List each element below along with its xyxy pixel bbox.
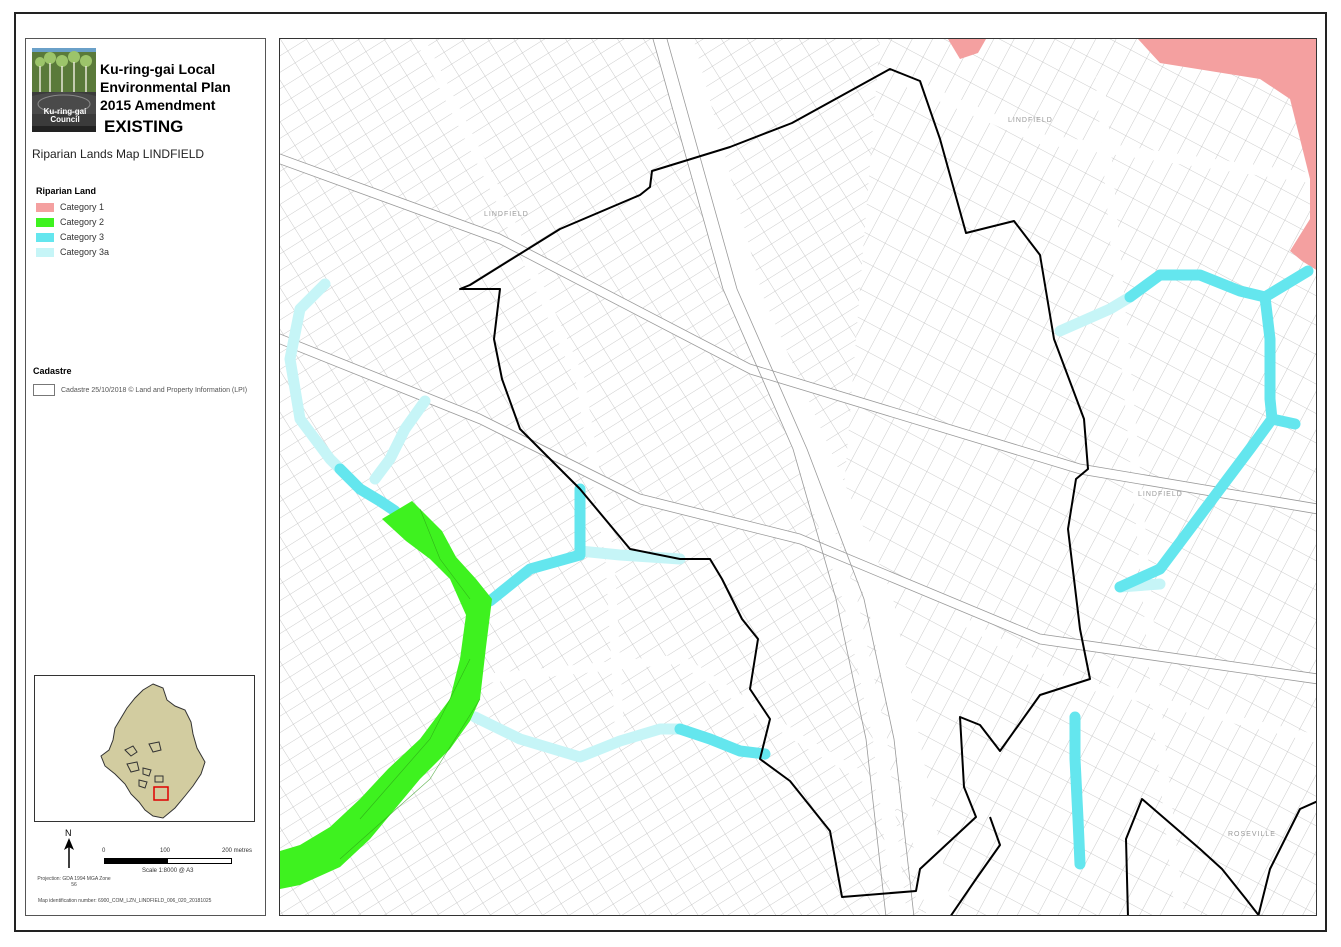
council-logo: Ku-ring-gai Council [32, 48, 96, 132]
legend-label-category-1: Category 1 [60, 202, 105, 212]
street-label-lindfield-east: LINDFIELD [1138, 491, 1183, 498]
legend-item-category-1: Category 1 [36, 201, 104, 213]
scale-tick-100: 100 [160, 848, 171, 854]
title-line-2: Environmental Plan [100, 79, 231, 95]
legend-label-category-3a: Category 3a [60, 247, 110, 257]
map-title: Ku-ring-gai Local Environmental Plan 201… [100, 60, 231, 114]
legend-swatch-cadastre [33, 384, 55, 396]
scale-bar-graphic [104, 858, 232, 864]
status-label: EXISTING [104, 117, 184, 136]
legend-label-category-3: Category 3 [60, 232, 105, 242]
map-identification-number: Map identification number: 6900_COM_LZN_… [38, 898, 212, 904]
scale-tick-200: 200 metres [222, 848, 253, 854]
legend-section-title: Riparian Land [36, 186, 97, 196]
scale-bar: 0 100 200 metres Scale 1:8000 @ A3 [100, 848, 260, 888]
street-label-lindfield-west: LINDFIELD [484, 211, 529, 218]
street-label-lindfield-north: LINDFIELD [1008, 117, 1053, 124]
legend-item-category-3a: Category 3a [36, 246, 109, 258]
legend-swatch-category-3 [36, 232, 54, 242]
north-arrow: N [58, 828, 80, 868]
logo-text: Ku-ring-gai Council [43, 107, 87, 124]
north-label: N [65, 828, 72, 838]
title-line-3: 2015 Amendment [100, 97, 216, 113]
legend-item-cadastre: Cadastre 25/10/2018 © Land and Property … [33, 384, 247, 396]
legend-item-category-2: Category 2 [36, 216, 104, 228]
legend-swatch-category-1 [36, 202, 54, 212]
scale-tick-0: 0 [102, 848, 106, 854]
map-subtitle: Riparian Lands Map LINDFIELD [32, 147, 205, 161]
main-map[interactable]: LINDFIELD LINDFIELD LINDFIELD ROSEVILLE [279, 38, 1317, 916]
legend-swatch-category-3a [36, 247, 54, 257]
legend-item-category-3: Category 3 [36, 231, 104, 243]
street-label-roseville: ROSEVILLE [1228, 831, 1276, 838]
locality-inset-map [34, 675, 255, 822]
cadastre-section-title: Cadastre [33, 366, 72, 376]
legend-label-cadastre: Cadastre 25/10/2018 © Land and Property … [61, 386, 248, 394]
map-canvas [280, 39, 1316, 915]
lga-outline-shape [100, 683, 206, 819]
legend-swatch-category-2 [36, 217, 54, 227]
legend-label-category-2: Category 2 [60, 217, 105, 227]
title-line-1: Ku-ring-gai Local [100, 61, 216, 77]
scale-label: Scale 1:8000 @ A3 [142, 868, 194, 874]
